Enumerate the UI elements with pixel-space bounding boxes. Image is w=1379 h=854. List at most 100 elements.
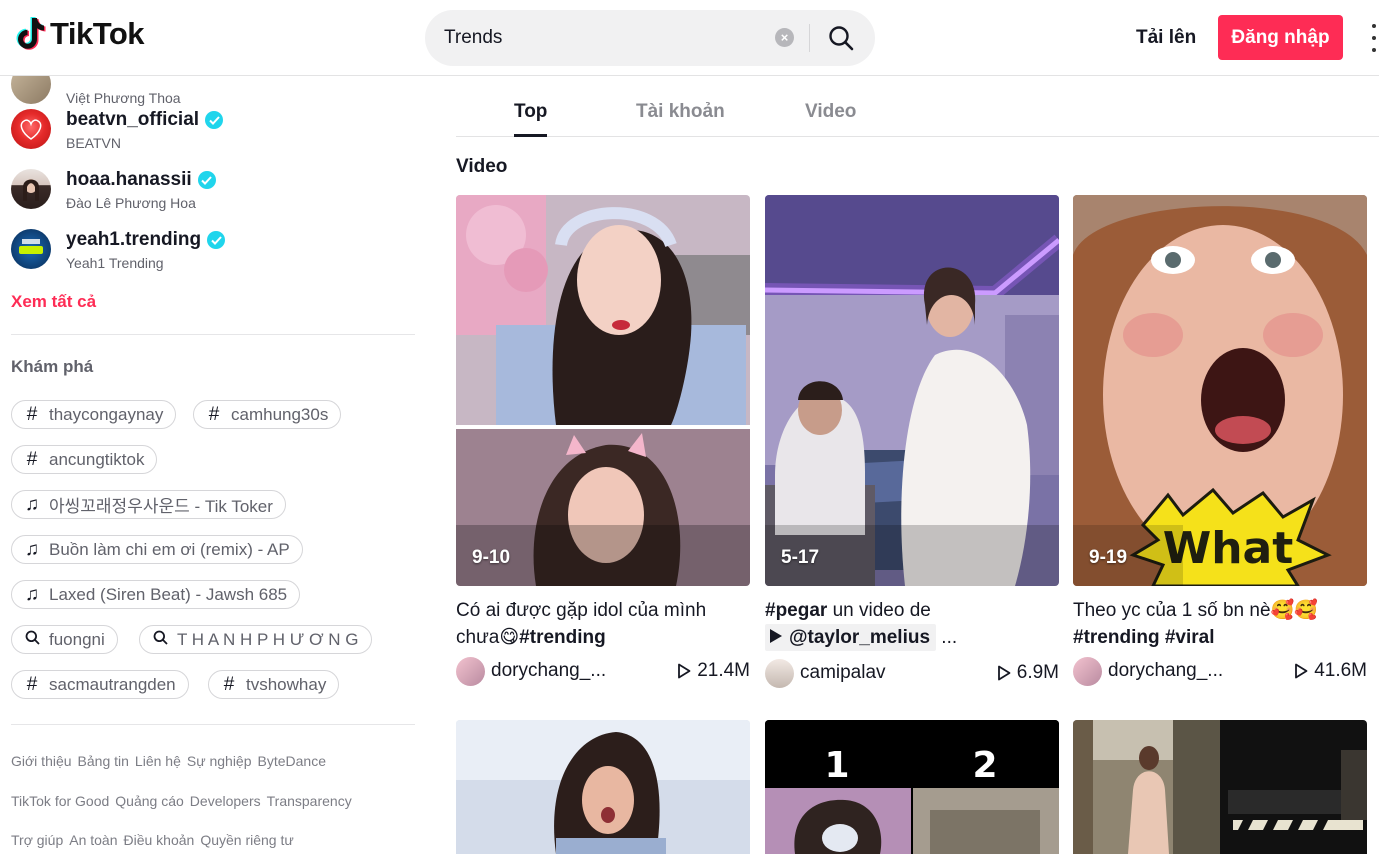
video-thumbnail[interactable]: 9-10 [456, 195, 750, 586]
upload-button[interactable]: Tải lên [1136, 27, 1196, 49]
discover-chip[interactable]: T H A N H P H Ư Ơ N G [139, 625, 372, 654]
discover-chip[interactable]: ♫ Laxed (Siren Beat) - Jawsh 685 [11, 580, 301, 609]
footer-link[interactable]: Developers [190, 793, 261, 809]
play-icon [1295, 663, 1308, 679]
more-options-icon[interactable] [1372, 24, 1379, 52]
video-thumbnail[interactable]: 5-17 [765, 195, 1059, 586]
hashtag-icon: # [26, 404, 38, 425]
footer-links: Trợ giúp An toàn Điều khoản Quyền riêng … [11, 832, 294, 848]
sidebar: Việt Phương Thoa beatvn_official BEATVN … [0, 76, 430, 854]
play-icon [997, 665, 1011, 681]
video-author[interactable]: dorychang_... [491, 660, 631, 682]
video-thumbnail-image [456, 720, 750, 854]
discover-chip[interactable]: # tvshowhay [208, 670, 340, 699]
avatar[interactable] [1073, 657, 1102, 686]
search-button[interactable] [817, 18, 865, 58]
music-note-icon: ♫ [24, 584, 40, 605]
music-note-icon: ♫ [24, 539, 40, 560]
discover-chip[interactable]: # sacmautrangden [11, 670, 189, 699]
hashtag-link[interactable]: #pegar [765, 600, 827, 621]
login-button[interactable]: Đăng nhập [1218, 15, 1343, 60]
avatar [11, 229, 51, 269]
search-bar[interactable]: Trends × [425, 10, 875, 66]
video-thumbnail[interactable] [1073, 720, 1367, 854]
divider [11, 724, 415, 725]
account-item[interactable]: hoaa.hanassii Đào Lê Phương Hoa [11, 169, 421, 219]
avatar [11, 169, 51, 209]
view-count: 21.4M [677, 660, 750, 682]
verified-badge-icon [205, 111, 224, 129]
discover-chip[interactable]: # ancungtiktok [11, 445, 158, 474]
clear-search-icon[interactable]: × [775, 28, 794, 47]
discover-chip[interactable]: fuongni [11, 625, 118, 654]
video-caption[interactable]: #pegar un video de @taylor_melius ... [765, 597, 1059, 651]
top-bar: TikTok Trends × Tải lên Đăng nhập [0, 0, 1379, 76]
footer-link[interactable]: Trợ giúp [11, 832, 63, 848]
search-tabs: Top Tài khoản Video [456, 76, 1379, 137]
footer-link[interactable]: Sự nghiệp [187, 753, 252, 769]
avatar [11, 109, 51, 149]
mention-link[interactable]: @taylor_melius [765, 624, 937, 651]
discover-chip[interactable]: # thaycongaynay [11, 400, 177, 429]
video-caption[interactable]: Theo yc của 1 số bn nè🥰🥰 #trending #vira… [1073, 597, 1367, 651]
footer-link[interactable]: Giới thiệu [11, 753, 72, 769]
footer-link[interactable]: An toàn [69, 832, 117, 848]
discover-chip[interactable]: ♫ Buồn làm chi em ơi (remix) - AP [11, 535, 303, 564]
account-nickname: BEATVN [66, 135, 121, 151]
discover-chip[interactable]: # camhung30s [193, 400, 342, 429]
search-input[interactable]: Trends [444, 27, 502, 49]
video-thumbnail-image [765, 195, 1059, 586]
video-meta: dorychang_... 41.6M [1073, 657, 1367, 687]
video-caption[interactable]: Có ai được gặp idol của mình chưa😋#trend… [456, 597, 750, 651]
footer-link[interactable]: Bảng tin [78, 753, 129, 769]
video-card[interactable] [1073, 720, 1367, 854]
play-icon [770, 629, 782, 643]
account-item[interactable]: yeah1.trending Yeah1 Trending [11, 229, 421, 279]
divider [11, 334, 415, 335]
footer-link[interactable]: ByteDance [258, 753, 326, 769]
search-icon [152, 630, 168, 649]
music-note-icon: ♫ [24, 494, 40, 515]
logo-text: TikTok [50, 16, 145, 51]
see-all-link[interactable]: Xem tất cả [11, 292, 96, 312]
video-author[interactable]: camipalav [800, 662, 940, 684]
footer-link[interactable]: Quảng cáo [115, 793, 184, 809]
hashtag-icon: # [223, 674, 235, 695]
video-thumbnail-image [456, 195, 750, 586]
video-thumbnail-image: 1 2 [765, 720, 1059, 854]
tab-accounts[interactable]: Tài khoản [636, 101, 725, 123]
hashtag-icon: # [26, 674, 38, 695]
footer-links: Giới thiệu Bảng tin Liên hệ Sự nghiệp By… [11, 753, 326, 769]
video-thumbnail[interactable]: What 9-19 [1073, 195, 1367, 586]
footer-links: TikTok for Good Quảng cáo Developers Tra… [11, 793, 352, 809]
tiktok-logo[interactable]: TikTok [14, 16, 145, 52]
account-username: hoaa.hanassii [66, 169, 216, 191]
hashtag-link[interactable]: #trending #viral [1073, 627, 1215, 648]
video-thumbnail[interactable] [456, 720, 750, 854]
video-author[interactable]: dorychang_... [1108, 660, 1248, 682]
video-label: 9-10 [472, 547, 511, 568]
footer-link[interactable]: Điều khoản [124, 832, 195, 848]
footer-link[interactable]: Transparency [267, 793, 352, 809]
footer-link[interactable]: Quyền riêng tư [200, 832, 293, 848]
avatar[interactable] [456, 657, 485, 686]
footer-link[interactable]: Liên hệ [135, 753, 181, 769]
video-card[interactable]: 1 2 [765, 720, 1059, 854]
video-label: 9-19 [1089, 547, 1128, 568]
video-section-title: Video [456, 156, 508, 177]
discover-chip[interactable]: ♫ 아씽꼬래정우사운드 - Tik Toker [11, 490, 286, 519]
tab-video[interactable]: Video [805, 101, 856, 123]
avatar[interactable] [765, 659, 794, 688]
hashtag-icon: # [26, 449, 38, 470]
footer-link[interactable]: TikTok for Good [11, 793, 109, 809]
video-card[interactable] [456, 720, 750, 854]
play-icon [678, 663, 691, 679]
hashtag-link[interactable]: #trending [519, 627, 606, 648]
verified-badge-icon [197, 171, 216, 189]
account-nickname: Yeah1 Trending [66, 255, 164, 271]
video-thumbnail[interactable]: 1 2 [765, 720, 1059, 854]
tab-top[interactable]: Top [514, 101, 547, 123]
account-item[interactable]: beatvn_official BEATVN [11, 109, 421, 159]
view-count: 41.6M [1294, 660, 1367, 682]
discover-title: Khám phá [11, 357, 94, 376]
